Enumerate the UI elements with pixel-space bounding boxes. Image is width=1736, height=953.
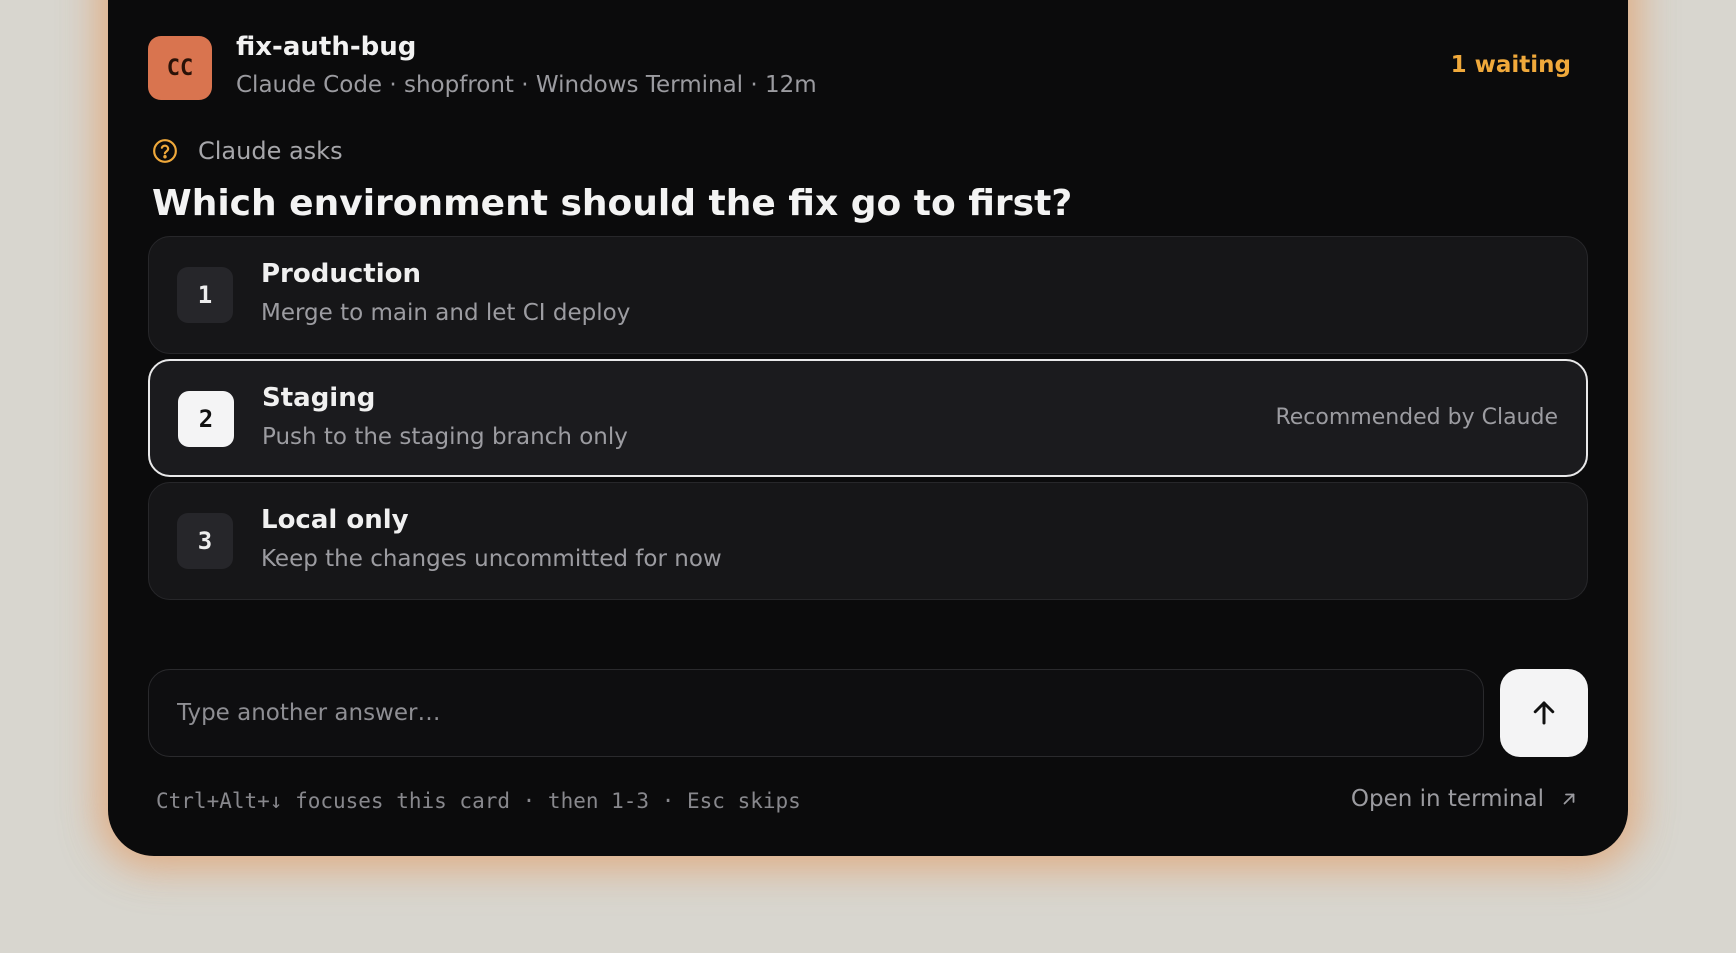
custom-answer-input[interactable] (148, 669, 1484, 757)
waiting-badge: 1 waiting (1450, 52, 1571, 78)
claude-asks-label: Claude asks (198, 137, 343, 165)
option-label: Local only (261, 505, 409, 535)
option-description: Merge to main and let CI deploy (261, 300, 631, 326)
question-circle-icon (153, 139, 177, 163)
recommended-label: Recommended by Claude (1275, 405, 1558, 430)
option-description: Keep the changes uncommitted for now (261, 546, 722, 572)
option-label: Staging (262, 383, 376, 413)
arrow-up-icon (1533, 701, 1555, 725)
option-production[interactable]: 1 Production Merge to main and let CI de… (148, 236, 1588, 354)
session-card: CC fix-auth-bug Claude Code · shopfront … (108, 0, 1628, 856)
option-staging[interactable]: 2 Staging Push to the staging branch onl… (148, 359, 1588, 477)
open-in-terminal-label: Open in terminal (1350, 786, 1544, 812)
option-local-only[interactable]: 3 Local only Keep the changes uncommitte… (148, 482, 1588, 600)
option-label: Production (261, 259, 421, 289)
question-text: Which environment should the fix go to f… (152, 183, 1073, 224)
option-number: 3 (177, 513, 233, 569)
open-in-terminal-link[interactable]: Open in terminal (1351, 786, 1578, 812)
session-avatar: CC (148, 36, 212, 100)
claude-asks-header: Claude asks (152, 137, 343, 165)
keyboard-hint: Ctrl+Alt+↓ focuses this card · then 1-3 … (156, 789, 801, 813)
send-button[interactable] (1500, 669, 1588, 757)
session-title: fix-auth-bug (236, 32, 417, 62)
session-subtitle: Claude Code · shopfront · Windows Termin… (236, 72, 817, 98)
option-number: 1 (177, 267, 233, 323)
option-description: Push to the staging branch only (262, 424, 628, 450)
arrow-up-right-icon (1563, 793, 1575, 805)
option-number: 2 (178, 391, 234, 447)
